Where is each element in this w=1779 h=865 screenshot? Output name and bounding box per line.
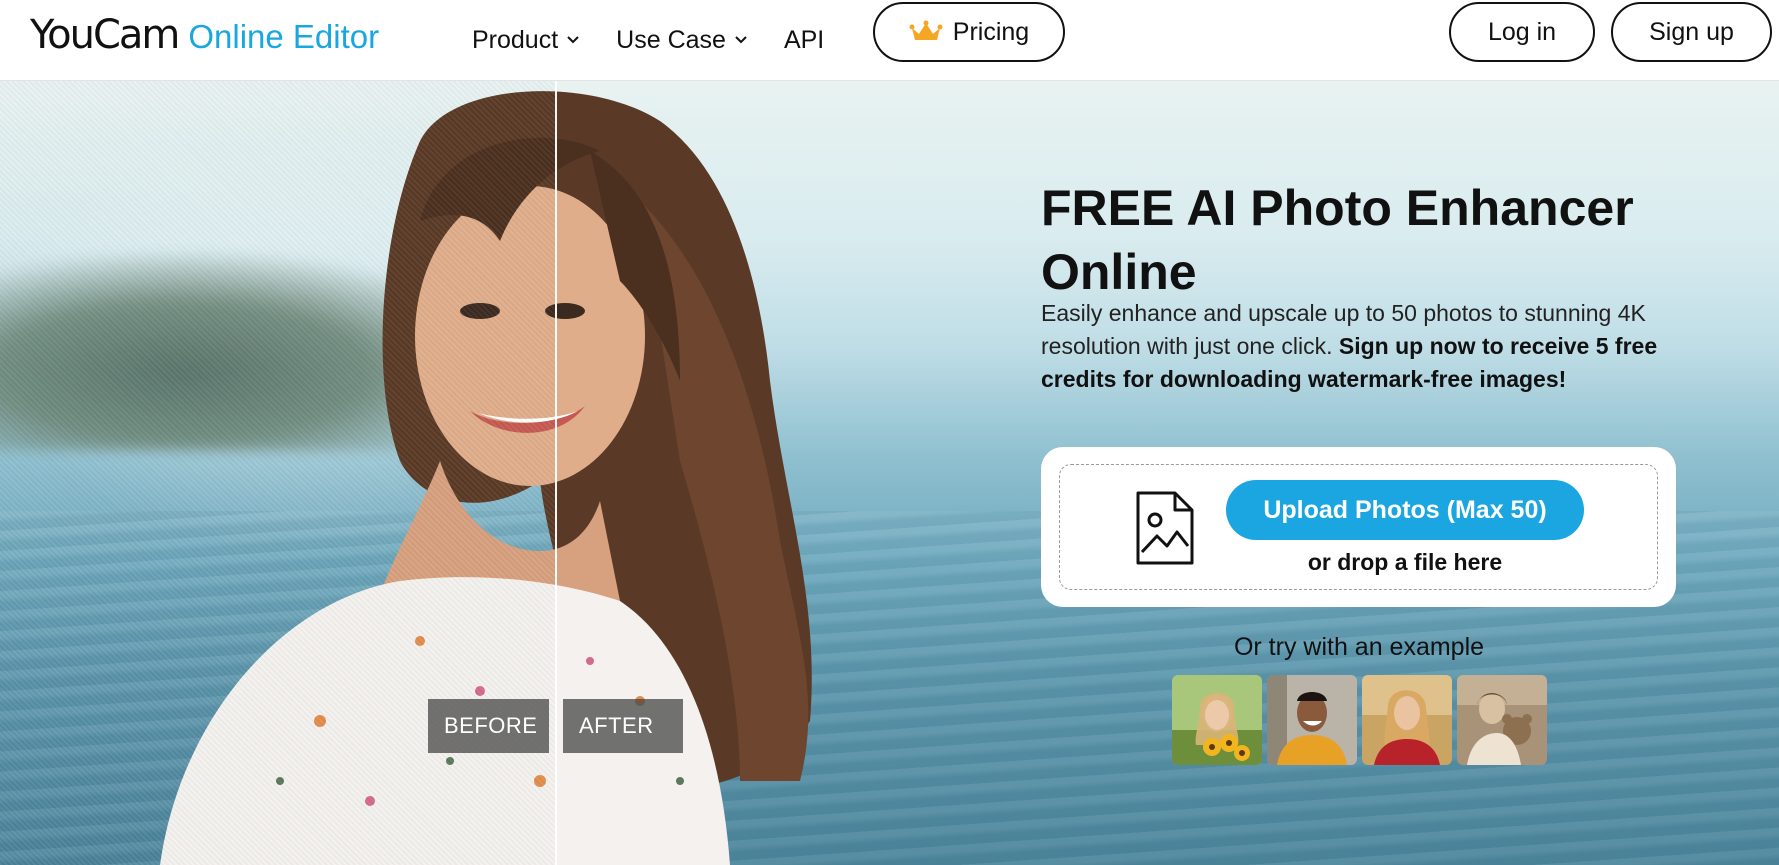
nav-api-label: API bbox=[783, 25, 825, 54]
example-thumbnail[interactable] bbox=[1267, 675, 1357, 765]
image-file-icon bbox=[1135, 490, 1195, 571]
comparison-divider-handle[interactable] bbox=[555, 81, 557, 865]
page-title: FREE AI Photo Enhancer Online bbox=[1041, 180, 1634, 300]
logo-wordmark: YouCam bbox=[30, 12, 180, 58]
example-thumbnails bbox=[1172, 675, 1552, 765]
top-navigation-bar: YouCam Online Editor Product Use Case AP… bbox=[0, 0, 1779, 81]
file-dropzone[interactable]: Upload Photos (Max 50) or drop a file he… bbox=[1059, 464, 1658, 590]
example-thumbnail[interactable] bbox=[1362, 675, 1452, 765]
pricing-label: Pricing bbox=[952, 17, 1030, 46]
logo[interactable]: YouCam Online Editor bbox=[30, 12, 379, 58]
signup-button[interactable]: Sign up bbox=[1611, 2, 1772, 62]
pricing-button[interactable]: Pricing bbox=[873, 2, 1065, 62]
after-label: AFTER bbox=[563, 699, 683, 753]
nav-product[interactable]: Product bbox=[472, 26, 580, 55]
logo-subtitle: Online Editor bbox=[188, 18, 380, 55]
nav-use-case[interactable]: Use Case bbox=[616, 26, 748, 55]
nav-use-case-label: Use Case bbox=[616, 25, 726, 54]
example-thumbnail[interactable] bbox=[1172, 675, 1262, 765]
chevron-down-icon bbox=[734, 35, 748, 45]
nav-api[interactable]: API bbox=[784, 26, 824, 55]
example-heading: Or try with an example bbox=[1233, 633, 1485, 661]
crown-icon bbox=[909, 20, 943, 44]
hero-section: BEFORE AFTER FREE AI Photo Enhancer Onli… bbox=[0, 81, 1779, 865]
hero-description: Easily enhance and upscale up to 50 phot… bbox=[1041, 297, 1691, 396]
upload-photos-button[interactable]: Upload Photos (Max 50) bbox=[1226, 480, 1584, 540]
chevron-down-icon bbox=[566, 35, 580, 45]
main-nav: Product Use Case API bbox=[472, 0, 860, 80]
upload-card: Upload Photos (Max 50) or drop a file he… bbox=[1041, 447, 1676, 607]
example-thumbnail[interactable] bbox=[1457, 675, 1547, 765]
login-button[interactable]: Log in bbox=[1449, 2, 1595, 62]
drop-file-hint: or drop a file here bbox=[1307, 549, 1503, 575]
before-label: BEFORE bbox=[428, 699, 549, 753]
nav-product-label: Product bbox=[472, 25, 559, 54]
